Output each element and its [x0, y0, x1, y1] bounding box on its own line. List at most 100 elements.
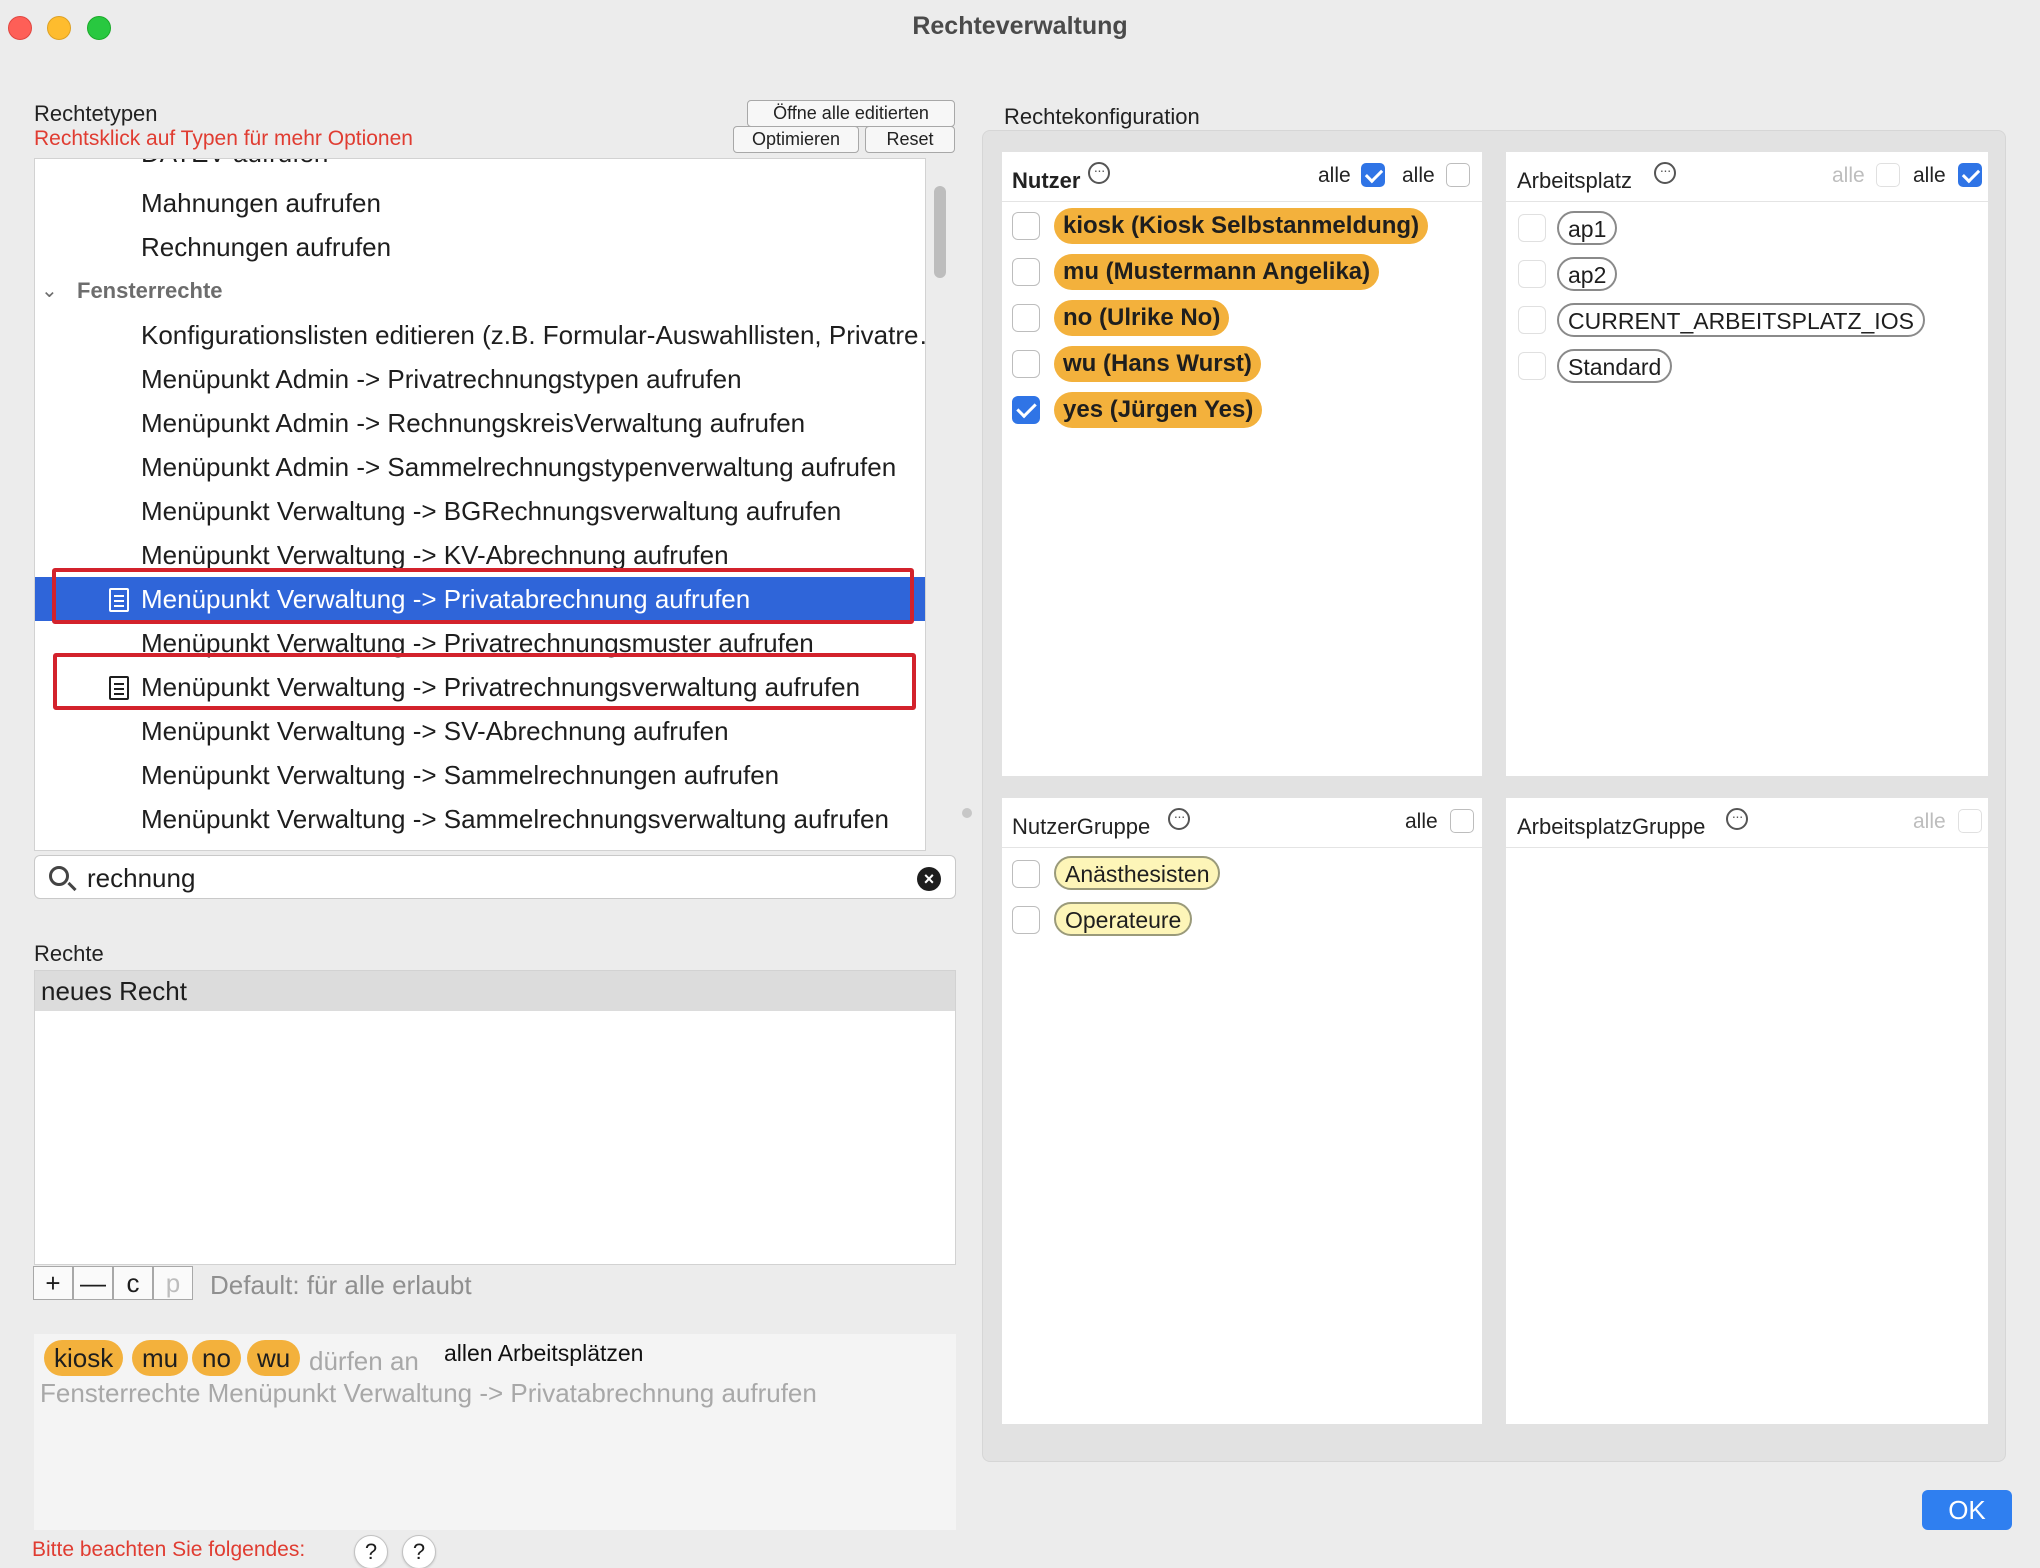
workplace-checkbox[interactable] [1518, 214, 1546, 242]
user-chip: no [192, 1340, 241, 1376]
tree-scrollbar[interactable] [934, 186, 946, 278]
users-title: Nutzer [1012, 168, 1081, 193]
tree-group-fensterrechte[interactable]: ⌄ Fensterrechte [35, 269, 925, 313]
users-panel-header: Nutzer ··· alle alle [1002, 152, 1482, 202]
workplace-panel-header: Arbeitsplatz ··· alle alle [1506, 152, 1988, 202]
rights-list[interactable]: neues Recht [34, 970, 956, 1265]
document-icon [109, 588, 129, 612]
workplace-checkbox[interactable] [1518, 306, 1546, 334]
help-button[interactable]: ? [402, 1535, 436, 1568]
workplace-checkbox[interactable] [1518, 352, 1546, 380]
tree-item[interactable]: Menüpunkt Verwaltung -> Sammelrechnungen… [35, 753, 925, 797]
clear-search-icon[interactable]: × [917, 867, 941, 891]
user-chip[interactable]: kiosk (Kiosk Selbstanmeldung) [1054, 208, 1429, 244]
select-all-label: alle [1405, 810, 1438, 833]
select-all-checkbox[interactable] [1450, 809, 1474, 833]
workplace-panel: Arbeitsplatz ··· alle alle ap1 ap2 CURRE… [1506, 152, 1988, 776]
select-all-label: alle [1913, 164, 1946, 187]
workplace-chip[interactable]: Standard [1557, 349, 1673, 383]
workplace-chip[interactable]: ap1 [1557, 211, 1618, 245]
select-all-label: alle [1318, 164, 1351, 187]
tree-item[interactable]: Menüpunkt Verwaltung -> Privatrechnungsm… [35, 621, 925, 665]
user-checkbox-checked[interactable] [1012, 396, 1040, 424]
types-title: Rechtetypen [34, 101, 158, 126]
reset-button[interactable]: Reset [865, 126, 955, 153]
user-group-chip[interactable]: Anästhesisten [1054, 856, 1221, 890]
user-group-panel: NutzerGruppe ··· alle Anästhesisten Oper… [1002, 798, 1482, 1424]
help-button[interactable]: ? [354, 1535, 388, 1568]
open-all-edited-button[interactable]: Öffne alle editierten [747, 100, 955, 127]
tree-item[interactable]: Menüpunkt Verwaltung -> BGRechnungsverwa… [35, 489, 925, 533]
tree-item[interactable]: Menüpunkt Verwaltung -> Privatrechnungsv… [35, 665, 925, 709]
tree-item[interactable]: Menüpunkt Verwaltung -> Sammelrechnungsv… [35, 797, 925, 841]
user-checkbox[interactable] [1012, 304, 1040, 332]
select-all-label: alle [1913, 810, 1946, 833]
select-all-checkbox[interactable] [1958, 809, 1982, 833]
window-title: Rechteverwaltung [912, 12, 1128, 40]
user-chip[interactable]: mu (Mustermann Angelika) [1054, 254, 1380, 290]
user-group-title: NutzerGruppe [1012, 814, 1151, 839]
users-panel: Nutzer ··· alle alle kiosk (Kiosk Selbst… [1002, 152, 1482, 776]
user-chip: kiosk [44, 1340, 124, 1376]
tree-item-selected[interactable]: Menüpunkt Verwaltung -> Privatabrechnung… [35, 577, 925, 621]
tree-item[interactable]: Menüpunkt Admin -> Sammelrechnungstypenv… [35, 445, 925, 489]
splitter-handle[interactable] [962, 808, 972, 818]
search-icon [49, 866, 69, 886]
workplace-title: Arbeitsplatz [1517, 168, 1632, 193]
user-checkbox[interactable] [1012, 350, 1040, 378]
tree-item[interactable]: Mahnungen aufrufen [35, 181, 925, 225]
tree-item[interactable]: Menüpunkt Verwaltung -> SV-Abrechnung au… [35, 709, 925, 753]
tree-item[interactable]: Menüpunkt Admin -> RechnungskreisVerwalt… [35, 401, 925, 445]
tree-item[interactable]: Konfigurationslisten editieren (z.B. For… [35, 313, 925, 357]
rights-title: Rechte [34, 941, 104, 966]
more-options-icon[interactable]: ··· [1168, 808, 1190, 830]
user-chip[interactable]: yes (Jürgen Yes) [1054, 392, 1263, 428]
config-title: Rechtekonfiguration [1004, 104, 1200, 129]
user-group-checkbox[interactable] [1012, 906, 1040, 934]
more-options-icon[interactable]: ··· [1088, 162, 1110, 184]
paste-button[interactable]: p [153, 1266, 193, 1300]
workplace-checkbox[interactable] [1518, 260, 1546, 288]
summary-line2: Fensterrechte Menüpunkt Verwaltung -> Pr… [40, 1378, 817, 1408]
user-chip: mu [132, 1340, 189, 1376]
more-options-icon[interactable]: ··· [1726, 808, 1748, 830]
user-group-chip[interactable]: Operateure [1054, 902, 1193, 936]
workplace-chip[interactable]: CURRENT_ARBEITSPLATZ_IOS [1557, 303, 1925, 337]
list-item[interactable]: neues Recht [35, 971, 955, 1011]
rights-types-tree[interactable]: DATEV aufrufen Mahnungen aufrufen Rechnu… [34, 158, 926, 851]
tree-item[interactable]: Menüpunkt Verwaltung -> KV-Abrechnung au… [35, 533, 925, 577]
summary-may-at: dürfen an [309, 1346, 419, 1376]
select-all-checkbox[interactable] [1361, 163, 1385, 187]
more-options-icon[interactable]: ··· [1654, 162, 1676, 184]
workplace-chip[interactable]: ap2 [1557, 257, 1618, 291]
default-info: Default: für alle erlaubt [210, 1270, 472, 1300]
tree-item[interactable]: DATEV aufrufen [35, 159, 925, 175]
optimize-button[interactable]: Optimieren [733, 126, 859, 153]
add-button[interactable]: + [33, 1266, 73, 1300]
deselect-all-checkbox[interactable] [1446, 163, 1470, 187]
user-checkbox[interactable] [1012, 258, 1040, 286]
title-bar: Rechteverwaltung [0, 0, 2040, 56]
ok-button[interactable]: OK [1922, 1490, 2012, 1530]
footer-note: Bitte beachten Sie folgendes: [32, 1538, 306, 1561]
copy-button[interactable]: c [113, 1266, 153, 1300]
deselect-all-checkbox[interactable] [1958, 163, 1982, 187]
select-all-label: alle [1402, 164, 1435, 187]
user-chip[interactable]: wu (Hans Wurst) [1054, 346, 1261, 382]
workplace-group-title: ArbeitsplatzGruppe [1517, 814, 1706, 839]
user-chip: wu [247, 1340, 301, 1376]
search-field[interactable]: × [34, 855, 956, 899]
tree-item[interactable]: Rechnungen aufrufen [35, 225, 925, 269]
remove-button[interactable]: — [73, 1266, 113, 1300]
tree-item[interactable]: Menüpunkt Admin -> Privatrechnungstypen … [35, 357, 925, 401]
user-chip[interactable]: no (Ulrike No) [1054, 300, 1230, 336]
user-group-checkbox[interactable] [1012, 860, 1040, 888]
select-all-checkbox[interactable] [1876, 163, 1900, 187]
user-checkbox[interactable] [1012, 212, 1040, 240]
chevron-down-icon[interactable]: ⌄ [41, 269, 58, 313]
summary-all-workplaces: allen Arbeitsplätzen [444, 1340, 644, 1366]
document-icon [109, 676, 129, 700]
search-input[interactable] [87, 862, 887, 894]
select-all-label: alle [1832, 164, 1865, 187]
user-group-panel-header: NutzerGruppe ··· alle [1002, 798, 1482, 848]
